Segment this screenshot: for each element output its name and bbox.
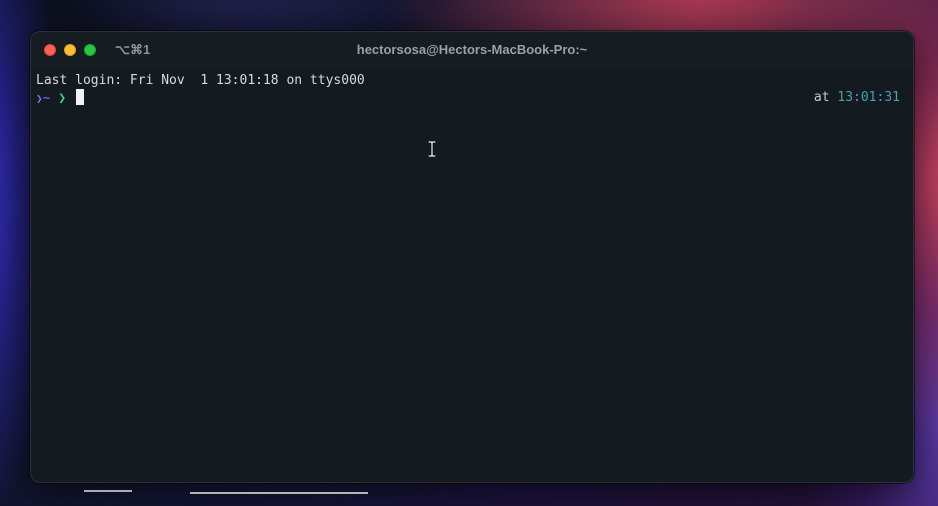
prompt-symbol: ❯ <box>58 91 67 106</box>
terminal-content[interactable]: Last login: Fri Nov 1 13:01:18 on ttys00… <box>31 68 913 482</box>
right-prompt: at 13:01:31 <box>814 89 900 106</box>
text-cursor <box>75 89 84 105</box>
terminal-window[interactable]: ⌥⌘1 hectorsosa@Hectors-MacBook-Pro:~ Las… <box>30 31 914 483</box>
right-prompt-at: at <box>813 90 830 105</box>
wallpaper-artifact <box>84 490 132 492</box>
ibeam-cursor-icon <box>427 141 437 157</box>
title-bar[interactable]: ⌥⌘1 hectorsosa@Hectors-MacBook-Pro:~ <box>31 32 913 68</box>
prompt-line[interactable]: ❯~ ❯ <box>36 89 84 107</box>
prompt-marker-icon: ❯ <box>36 92 43 105</box>
last-login-line: Last login: Fri Nov 1 13:01:18 on ttys00… <box>36 73 365 88</box>
window-title: hectorsosa@Hectors-MacBook-Pro:~ <box>356 42 588 57</box>
prompt-path: ~ <box>42 91 51 106</box>
right-prompt-time: 13:01:31 <box>837 90 900 105</box>
wallpaper-artifact <box>190 492 368 494</box>
